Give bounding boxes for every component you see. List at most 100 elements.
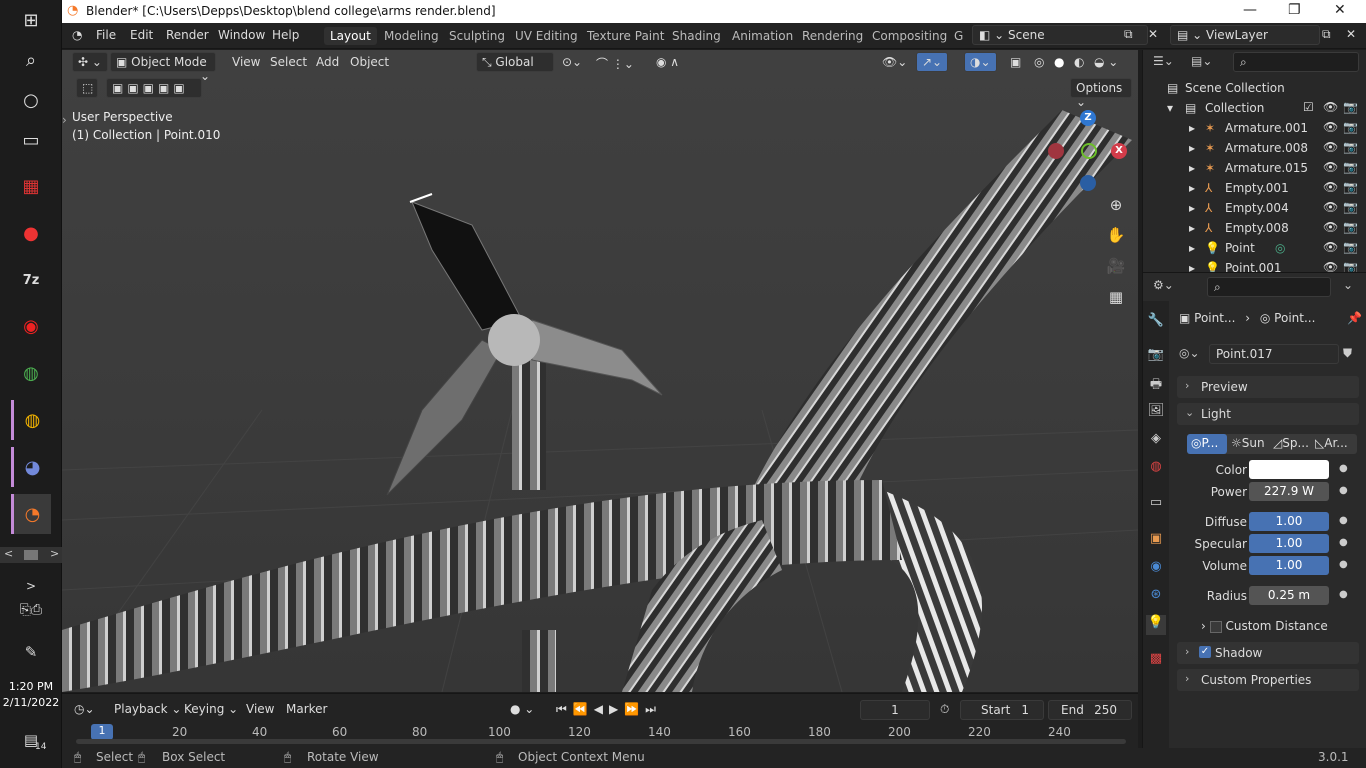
delete-view-layer-icon[interactable]: ✕ — [1346, 27, 1356, 41]
tool-tab-icon[interactable]: 🔧 — [1146, 313, 1166, 333]
eye-icon[interactable]: 👁 — [1323, 200, 1338, 214]
menu-file[interactable]: File — [96, 28, 116, 42]
duplicate-scene-icon[interactable]: ⧉ — [1124, 27, 1133, 42]
physics-tab-icon[interactable]: ◉ — [1146, 559, 1166, 579]
viewport-menu-object[interactable]: Object — [350, 55, 389, 69]
keyframe-dot-icon[interactable]: ● — [1339, 463, 1348, 474]
light-data-icon[interactable]: ◎ — [1275, 241, 1285, 255]
diffuse-field[interactable]: 1.00 — [1249, 512, 1329, 531]
viewport-menu-view[interactable]: View — [232, 55, 260, 69]
eye-icon[interactable]: 👁 — [1323, 240, 1338, 254]
collection-tab-icon[interactable]: ▭ — [1146, 495, 1166, 515]
scene-tab-icon[interactable]: ◈ — [1146, 431, 1166, 451]
expand-right-icon[interactable]: ▸ — [1189, 181, 1195, 195]
camera-icon[interactable]: 📷 — [1343, 160, 1358, 174]
outliner-scene-collection[interactable]: ▤ Scene Collection — [1143, 78, 1366, 98]
eye-icon[interactable]: 👁 — [1323, 140, 1338, 154]
keyframe-dot-icon[interactable]: ● — [1339, 559, 1348, 570]
mode-selector[interactable]: ▣ Object Mode ⌄ — [110, 52, 216, 83]
custom-distance-checkbox[interactable] — [1209, 620, 1222, 633]
workspace-tab-rendering[interactable]: Rendering — [796, 27, 869, 45]
workspace-tab-g[interactable]: G — [948, 27, 969, 45]
selection-mode-icons[interactable]: ▣▣▣▣▣ — [106, 78, 202, 98]
perspective-toggle-icon[interactable]: ▦ — [1103, 284, 1129, 310]
shading-solid-icon[interactable]: ● — [1054, 55, 1064, 69]
options-button[interactable]: Options ⌄ — [1070, 78, 1132, 109]
display-mode-icon[interactable]: ▤⌄ — [1191, 54, 1212, 68]
windows-start-icon[interactable]: ⊞ — [11, 0, 51, 40]
duplicate-view-layer-icon[interactable]: ⧉ — [1322, 27, 1331, 42]
shading-rendered-icon[interactable]: ◒ ⌄ — [1094, 55, 1118, 69]
gizmo-toggle-icon[interactable]: ↗⌄ — [916, 52, 949, 72]
zoom-icon[interactable]: ⊕ — [1103, 192, 1129, 218]
expand-right-icon[interactable]: ▸ — [1189, 201, 1195, 215]
light-type-sun[interactable]: ☼Sun — [1231, 436, 1265, 450]
workspace-tab-compositing[interactable]: Compositing — [866, 27, 953, 45]
pin-icon[interactable]: 📌 — [1347, 311, 1362, 325]
eye-icon[interactable]: 👁 — [1323, 160, 1338, 174]
editor-type-icon[interactable]: ✣ ⌄ — [72, 52, 108, 72]
scroll-left-icon[interactable]: < — [4, 547, 13, 560]
gizmo-x-axis[interactable]: X — [1111, 143, 1127, 159]
color-swatch[interactable] — [1249, 460, 1329, 479]
light-type-selector[interactable]: ◎P... ☼Sun ◿Sp... ◺Ar... — [1187, 434, 1357, 454]
scroll-thumb[interactable] — [24, 550, 38, 560]
expand-right-icon[interactable]: ▸ — [1189, 221, 1195, 235]
timeline-scrollbar[interactable] — [76, 739, 1126, 744]
expand-right-icon[interactable]: ▸ — [1189, 161, 1195, 175]
expand-right-icon[interactable]: ▸ — [1189, 141, 1195, 155]
3d-viewport[interactable]: ✣ ⌄ ▣ Object Mode ⌄ View Select Add Objec… — [62, 50, 1138, 692]
task-view-icon[interactable]: ▭ — [11, 120, 51, 160]
end-frame-field[interactable]: End 250 — [1048, 700, 1132, 720]
pivot-point-icon[interactable]: ⊙⌄ — [562, 55, 582, 69]
overlay-toggle-icon[interactable]: ◑⌄ — [964, 52, 997, 72]
light-datablock-selector[interactable]: ◎⌄ Point.017 ⛊ — [1179, 344, 1361, 364]
view-layer-tab-icon[interactable]: 🖼 — [1146, 403, 1166, 423]
cortana-icon[interactable]: ○ — [11, 80, 51, 120]
discord-icon[interactable]: ◕ — [11, 447, 51, 487]
delete-scene-icon[interactable]: ✕ — [1148, 27, 1158, 41]
shading-material-icon[interactable]: ◐ — [1074, 55, 1084, 69]
custom-properties-panel-header[interactable]: › Custom Properties — [1177, 669, 1359, 691]
menu-help[interactable]: Help — [272, 28, 299, 42]
camera-icon[interactable]: 📷 — [1343, 220, 1358, 234]
keyframe-dot-icon[interactable]: ● — [1339, 537, 1348, 548]
current-frame-field[interactable]: 1 — [860, 700, 930, 720]
fake-user-shield-icon[interactable]: ⛊ — [1343, 346, 1352, 361]
shadow-checkbox[interactable]: ✓ — [1199, 646, 1211, 658]
eye-icon[interactable]: 👁 — [1323, 220, 1338, 234]
stopwatch-icon[interactable]: ⏱ — [940, 702, 949, 717]
light-panel-header[interactable]: ⌄ Light — [1177, 403, 1359, 425]
scene-selector[interactable]: ◧ ⌄ Scene — [972, 25, 1148, 45]
shadow-panel-header[interactable]: › ✓ Shadow — [1177, 642, 1359, 664]
workspace-tab-animation[interactable]: Animation — [726, 27, 799, 45]
expand-down-icon[interactable]: ▾ — [1167, 101, 1173, 115]
light-type-icon[interactable]: ◎⌄ — [1179, 346, 1200, 360]
outliner-item[interactable]: ▸ ✶ Armature.001 👁 📷 — [1143, 118, 1366, 138]
gizmo-negative-z[interactable] — [1080, 175, 1096, 191]
7zip-icon[interactable]: 7z — [11, 260, 51, 300]
light-type-area[interactable]: ◺Ar... — [1315, 436, 1348, 450]
tray-icons[interactable]: ⎘⎙ — [11, 590, 51, 630]
light-type-spot[interactable]: ◿Sp... — [1273, 436, 1309, 450]
texture-tab-icon[interactable]: ▩ — [1146, 651, 1166, 671]
outliner-editor-type-icon[interactable]: ☰⌄ — [1153, 54, 1174, 68]
outliner-collection[interactable]: ▾ ▤ Collection ☑ 👁 📷 — [1143, 98, 1366, 118]
blender-menu-icon[interactable]: ◔ — [72, 28, 82, 42]
viewport-menu-add[interactable]: Add — [316, 55, 339, 69]
pen-icon[interactable]: ✎ — [11, 632, 51, 672]
light-data-tab-icon[interactable]: 💡 — [1146, 615, 1166, 635]
gizmo-y-axis[interactable] — [1081, 143, 1097, 159]
keyframe-dot-icon[interactable]: ● — [1339, 589, 1348, 600]
timeline-editor-type-icon[interactable]: ◷⌄ — [74, 702, 95, 716]
start-frame-field[interactable]: Start 1 — [960, 700, 1044, 720]
preview-panel-header[interactable]: › Preview — [1177, 376, 1359, 398]
timeline-menu-marker[interactable]: Marker — [286, 702, 327, 716]
output-tab-icon[interactable]: 🖶 — [1146, 375, 1166, 395]
camera-icon[interactable]: 📷 — [1343, 100, 1358, 114]
outliner-item[interactable]: ▸ ✶ Armature.015 👁 📷 — [1143, 158, 1366, 178]
menu-render[interactable]: Render — [166, 28, 209, 42]
outliner-item[interactable]: ▸ ⅄ Empty.001 👁 📷 — [1143, 178, 1366, 198]
workspace-tab-layout[interactable]: Layout — [324, 27, 377, 45]
system-clock[interactable]: 1:20 PM 2/11/2022 — [0, 679, 62, 711]
